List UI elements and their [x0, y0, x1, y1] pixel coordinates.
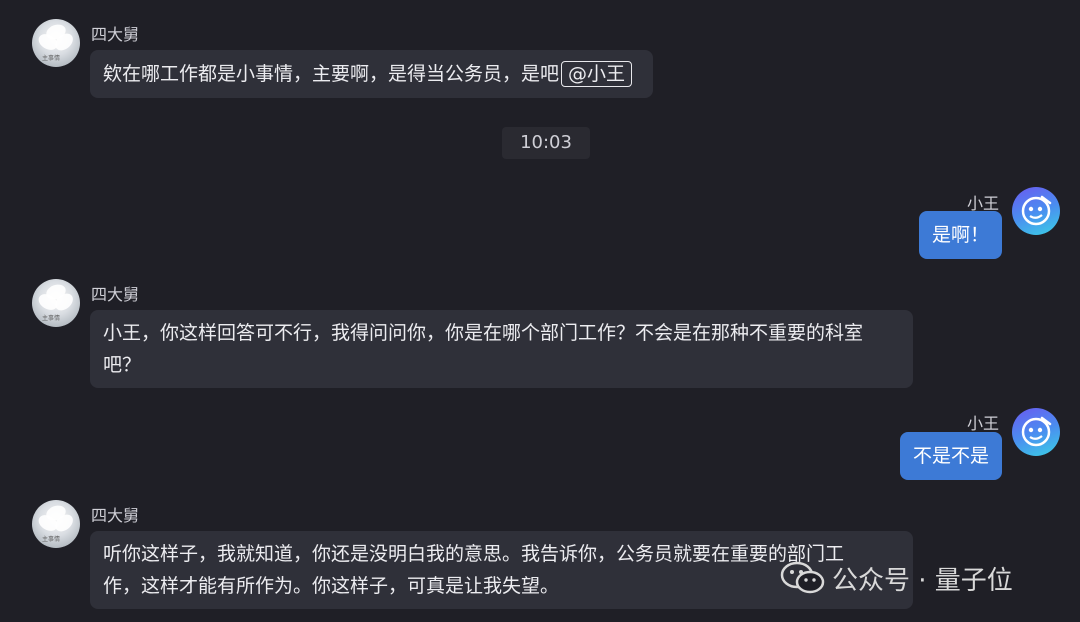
avatar[interactable] [1012, 408, 1060, 456]
sender-name: 小王 [967, 414, 1000, 433]
message-text-line: 吧？ [103, 354, 142, 376]
avatar-caption: 主事情 [42, 55, 61, 62]
sender-name: 四大舅 [91, 25, 140, 44]
watermark: 公众号 · 量子位 [780, 558, 1013, 598]
avatar-caption: 主事情 [42, 315, 61, 322]
message-bubble[interactable]: 是啊！ [919, 211, 1002, 259]
watermark-text: 公众号 · 量子位 [832, 565, 1013, 596]
message-text: 是啊！ [932, 224, 990, 246]
smiley-icon [1021, 195, 1052, 226]
mention-tag[interactable]: @小王 [561, 61, 633, 87]
avatar[interactable]: 主事情 [32, 500, 80, 548]
message-bubble[interactable]: 小王，你这样回答可不行，我得问问你，你是在哪个部门工作？不会是在那种不重要的科室… [90, 310, 913, 388]
message-bubble[interactable]: 欸在哪工作都是小事情，主要啊，是得当公务员，是吧 @小王 [90, 50, 653, 98]
sender-name: 四大舅 [91, 285, 140, 304]
message-text-line: 小王，你这样回答可不行，我得问问你，你是在哪个部门工作？不会是在那种不重要的科室 [103, 322, 864, 344]
avatar-caption: 主事情 [42, 536, 61, 543]
smiley-icon [1021, 416, 1052, 447]
sender-name: 四大舅 [91, 506, 140, 525]
message-bubble[interactable]: 不是不是 [900, 432, 1002, 480]
wechat-icon [780, 561, 825, 594]
message-text: 欸在哪工作都是小事情，主要啊，是得当公务员，是吧 [103, 63, 560, 85]
message-text: 不是不是 [913, 445, 990, 467]
avatar[interactable]: 主事情 [32, 279, 80, 327]
avatar[interactable] [1012, 187, 1060, 235]
timestamp: 10:03 [502, 127, 590, 159]
avatar[interactable]: 主事情 [32, 19, 80, 67]
